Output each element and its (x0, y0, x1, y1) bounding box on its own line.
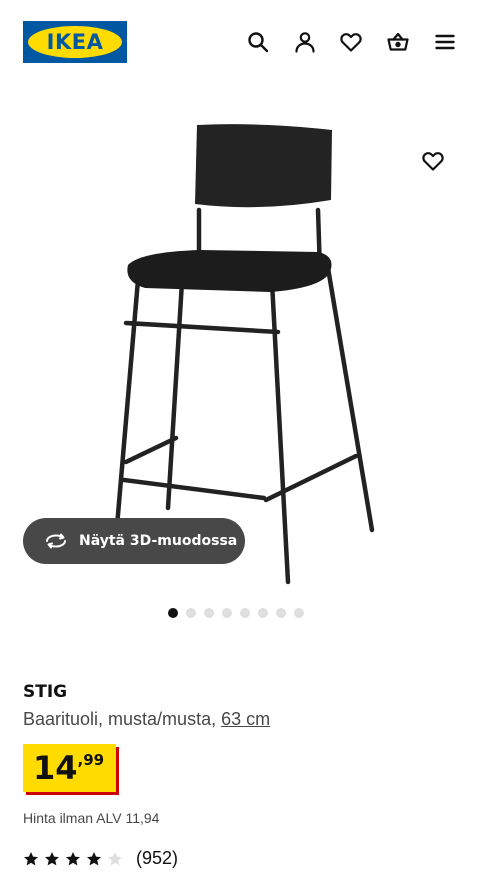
carousel-dot[interactable] (168, 608, 178, 618)
account-icon (295, 32, 315, 53)
carousel-dot[interactable] (222, 608, 232, 618)
menu-button[interactable] (430, 27, 460, 57)
account-button[interactable] (290, 27, 320, 57)
favourites-button[interactable] (336, 27, 366, 57)
carousel-dot[interactable] (258, 608, 268, 618)
view-3d-button[interactable]: Näytä 3D-muodossa (23, 518, 245, 564)
star-icon (108, 851, 122, 865)
star-icon (45, 851, 59, 865)
price-excluding-vat: Hinta ilman ALV 11,94 (23, 810, 160, 826)
basket-icon (387, 32, 409, 51)
basket-button[interactable] (383, 27, 413, 57)
product-rating[interactable]: (952) (23, 848, 178, 869)
carousel-dot[interactable] (240, 608, 250, 618)
carousel-dot[interactable] (294, 608, 304, 618)
add-to-favourites-button[interactable] (418, 146, 448, 176)
favourites-icon (340, 33, 362, 52)
carousel-dot[interactable] (276, 608, 286, 618)
search-icon (248, 32, 269, 53)
rotate-3d-icon (46, 533, 66, 549)
carousel-dot[interactable] (186, 608, 196, 618)
price-integer: 14 (33, 749, 78, 787)
heart-icon (422, 152, 444, 171)
ikea-logo[interactable]: IKEA (23, 21, 127, 63)
product-name: STIG (23, 682, 68, 702)
star-icon (66, 851, 80, 865)
carousel-dot[interactable] (204, 608, 214, 618)
logo-text: IKEA (46, 30, 104, 54)
price-decimal: ,99 (77, 751, 105, 769)
rating-stars (23, 851, 128, 867)
view-3d-label: Näytä 3D-muodossa (79, 533, 238, 549)
logo-oval: IKEA (28, 26, 122, 58)
search-button[interactable] (243, 27, 273, 57)
price-tag: 14 ,99 (23, 744, 117, 792)
carousel-dots (168, 608, 304, 618)
product-type: Baarituoli, musta/musta, (23, 709, 217, 729)
review-count: (952) (136, 848, 179, 868)
product-size-link[interactable]: 63 cm (221, 709, 270, 729)
menu-icon (435, 34, 455, 50)
header: IKEA (0, 0, 480, 86)
star-icon (87, 851, 101, 865)
star-icon (24, 851, 38, 865)
product-description: Baarituoli, musta/musta, 63 cm (23, 709, 270, 730)
